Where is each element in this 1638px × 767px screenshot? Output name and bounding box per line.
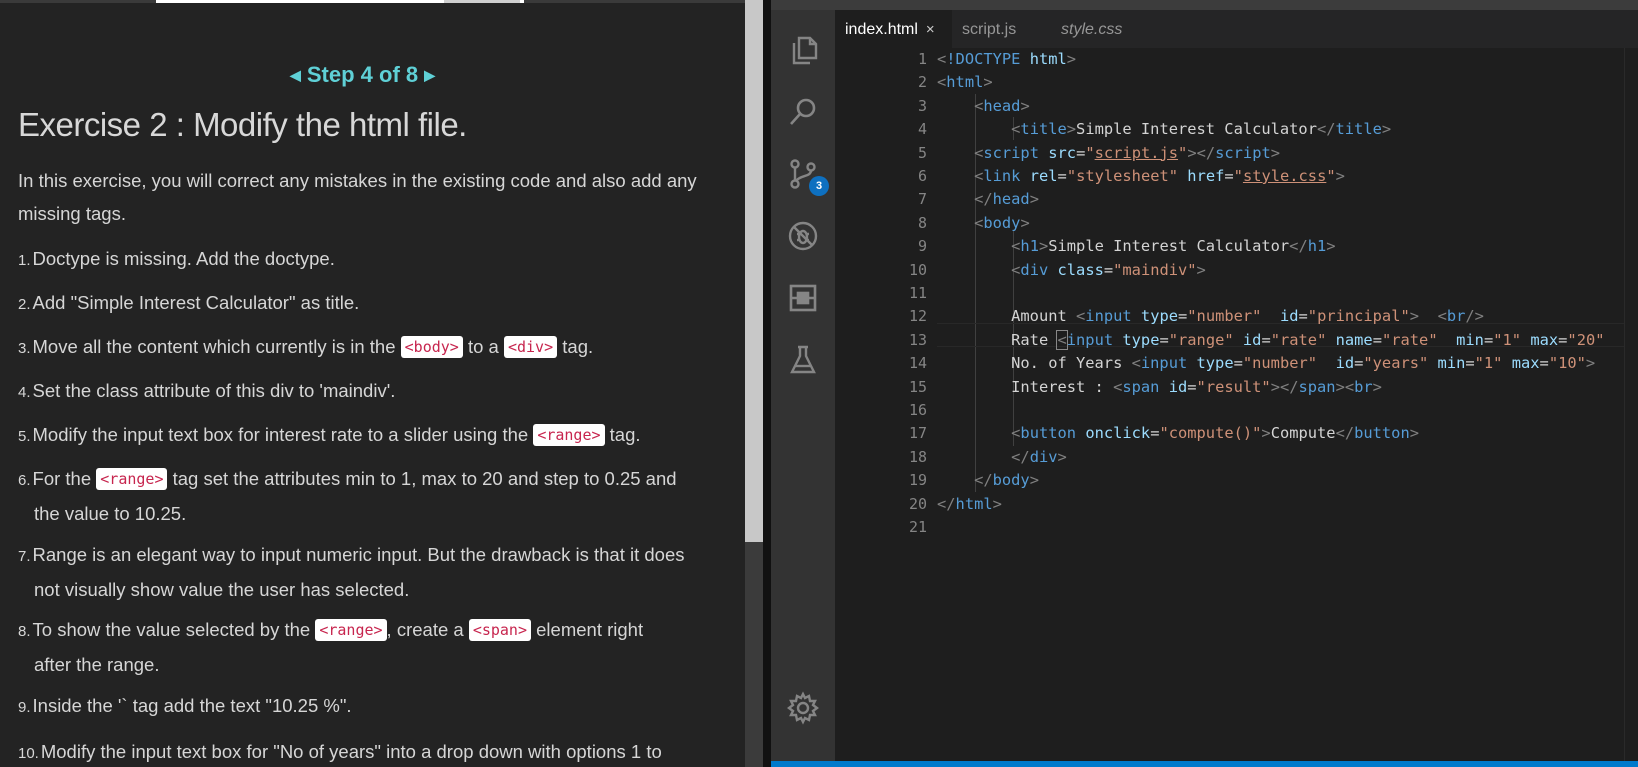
code-line-19: </body> [974, 471, 1039, 490]
testing-button[interactable] [781, 338, 825, 382]
code-editor: 3 index.html × script.js style.css 1 2 3… [771, 0, 1638, 767]
step-navigation: ◀ Step 4 of 8 ▶ [0, 62, 745, 88]
line-number: 20 [908, 494, 927, 513]
step-item-4: 4. Set the class attribute of this div to… [18, 380, 396, 401]
code-line-1: <!DOCTYPE html> [937, 50, 1077, 68]
flask-icon [790, 345, 816, 374]
tab-index-html[interactable]: index.html × [835, 10, 952, 48]
progress-bar [0, 0, 745, 3]
code-line-2: <html> [937, 73, 993, 92]
exercise-title: Exercise 2 : Modify the html file. [18, 106, 467, 143]
line-number: 13 [908, 330, 927, 349]
files-icon [792, 36, 818, 65]
code-div: <div> [503, 336, 558, 358]
line-number: 18 [908, 447, 927, 466]
prev-step-icon[interactable]: ◀ [290, 67, 301, 83]
line-number: 1 [917, 50, 927, 68]
line-number: 4 [917, 120, 927, 139]
extensions-icon [789, 284, 817, 312]
line-number: 21 [908, 518, 927, 536]
debug-icon [788, 221, 818, 251]
code-line-3: <head> [974, 96, 1030, 115]
step-item-9: 9. Inside the '` tag add the text "10.25 … [18, 695, 352, 716]
line-number: 9 [917, 237, 927, 256]
line-number: 16 [908, 401, 927, 419]
step-item-10: 10. Modify the input text box for "No of … [18, 741, 662, 762]
line-number: 6 [917, 167, 927, 185]
step-item-2: 2. Add "Simple Interest Calculator" as ti… [18, 292, 360, 313]
code-line-7: </head> [974, 190, 1039, 209]
code-line-10: <div class="maindiv"> [1011, 260, 1206, 279]
line-number: 3 [917, 96, 927, 115]
code-body: <body> [400, 336, 463, 358]
line-number: 15 [908, 377, 927, 396]
step-item-3: 3. Move all the content which currently i… [18, 336, 594, 358]
line-number: 12 [908, 307, 927, 326]
scrollbar-thumb[interactable] [745, 0, 763, 542]
code-line-6: <link rel="stylesheet" href="style.css"> [974, 167, 1345, 185]
code-span: <span> [468, 619, 531, 641]
line-number: 2 [917, 73, 927, 92]
step-item-8: 8. To show the value selected by the <ran… [18, 619, 644, 675]
source-control-button[interactable]: 3 [781, 152, 829, 196]
step-label: Step 4 of 8 [306, 62, 419, 87]
code-line-13: Rate <input type="range" id="rate" name=… [1011, 329, 1605, 350]
code-line-14: No. of Years <input type="number" id="ye… [1011, 354, 1596, 373]
code-range: <range> [533, 424, 605, 446]
code-line-20: </html> [937, 494, 1002, 513]
tab-script-js[interactable]: script.js [952, 10, 1049, 48]
title-bar [771, 0, 1638, 10]
code-line-4: <title>Simple Interest Calculator</title… [1011, 120, 1392, 139]
code-line-18: </div> [1011, 447, 1067, 466]
code-line-12: Amount <input type="number" id="principa… [1011, 307, 1484, 326]
debug-button[interactable] [781, 214, 825, 258]
step-item-1: 1. Doctype is missing. Add the doctype. [18, 248, 335, 269]
step-item-5: 5. Modify the input text box for interest… [18, 424, 641, 446]
step-item-6: 6. For the <range> tag set the attributes… [18, 468, 677, 524]
line-number: 19 [908, 471, 927, 490]
instructions-panel: ◀ Step 4 of 8 ▶ Exercise 2 : Modify the … [0, 0, 745, 767]
editor-tabs: index.html × script.js style.css [835, 10, 1638, 48]
code-range: <range> [315, 619, 387, 641]
instructions-scrollbar[interactable] [745, 0, 771, 767]
line-number: 10 [908, 260, 927, 279]
code-line-5: <script src="script.js"></script> [974, 143, 1281, 162]
minimap[interactable] [1624, 48, 1638, 761]
extensions-button[interactable] [781, 276, 825, 320]
line-number: 5 [917, 143, 927, 162]
line-number: 11 [908, 284, 927, 302]
line-number: 17 [908, 424, 927, 443]
search-button[interactable] [781, 90, 825, 134]
status-bar [771, 761, 1638, 767]
tab-style-css[interactable]: style.css [1049, 10, 1155, 48]
code-range: <range> [96, 468, 168, 490]
code-area[interactable]: 1 2 3 4 5 6 7 8 9 10 11 12 13 14 15 16 17 18 19 20 21 <!DOCT… [835, 48, 1638, 761]
search-icon [790, 98, 816, 125]
step-item-7: 7. Range is an elegant way to input numer… [18, 544, 685, 600]
scm-badge: 3 [809, 176, 829, 196]
panel-divider[interactable] [763, 0, 771, 767]
activity-bar: 3 [771, 10, 835, 767]
line-number: 14 [908, 354, 927, 373]
code-line-17: <button onclick="compute()">Compute</but… [1011, 424, 1419, 443]
settings-button[interactable] [781, 686, 825, 730]
close-icon[interactable]: × [926, 21, 935, 38]
line-number: 7 [917, 190, 927, 209]
code-line-15: Interest : <span id="result"></span><br> [1011, 377, 1382, 396]
line-number: 8 [917, 213, 927, 232]
next-step-icon[interactable]: ▶ [424, 67, 435, 83]
code-line-8: <body> [974, 213, 1030, 232]
explorer-button[interactable] [781, 28, 825, 72]
intro-text: In this exercise, you will correct any m… [18, 170, 697, 224]
code-line-9: <h1>Simple Interest Calculator</h1> [1011, 237, 1336, 256]
gear-icon [787, 691, 819, 725]
